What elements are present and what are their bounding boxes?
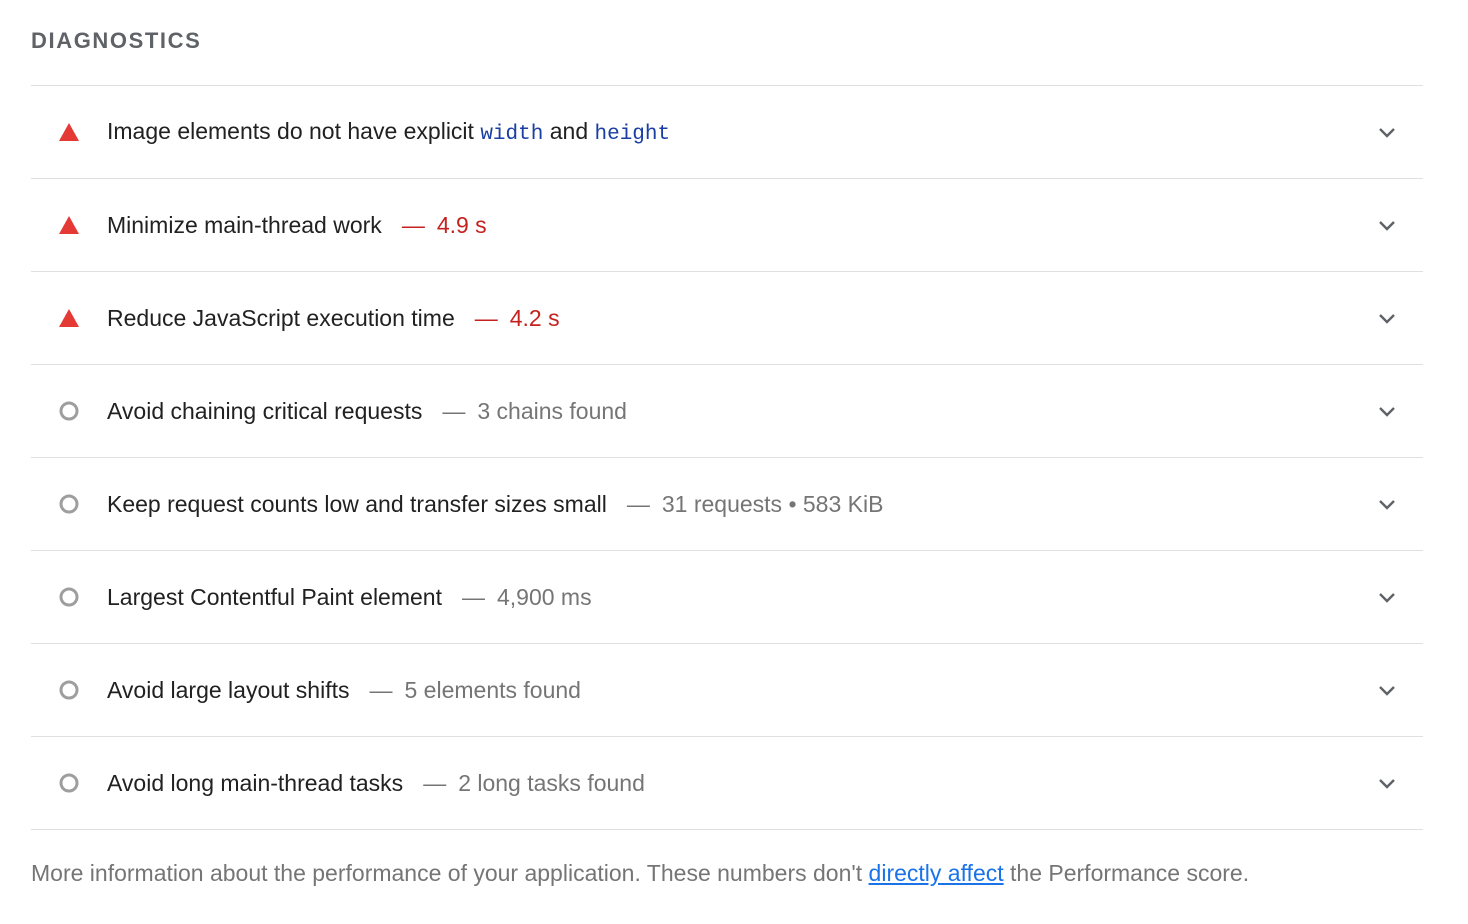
info-circle-icon bbox=[58, 400, 80, 422]
audit-separator: — bbox=[423, 769, 447, 796]
audit-title: Keep request counts low and transfer siz… bbox=[107, 490, 607, 517]
section-description: More information about the performance o… bbox=[31, 860, 1423, 887]
chevron-down-icon[interactable] bbox=[1377, 308, 1397, 328]
warning-triangle-icon bbox=[58, 307, 80, 329]
audit-row-critical-request-chains[interactable]: Avoid chaining critical requests — 3 cha… bbox=[31, 365, 1423, 458]
audit-row-lcp-element[interactable]: Largest Contentful Paint element — 4,900… bbox=[31, 551, 1423, 644]
chevron-down-icon[interactable] bbox=[1377, 773, 1397, 793]
info-circle-icon bbox=[58, 493, 80, 515]
audit-separator: — bbox=[461, 583, 485, 610]
info-circle-icon bbox=[58, 679, 80, 701]
audit-title: Avoid long main-thread tasks bbox=[107, 769, 404, 796]
audit-title-text: Image elements do not have explicit bbox=[107, 118, 481, 144]
audit-title: Avoid chaining critical requests bbox=[107, 397, 423, 424]
section-title: DIAGNOSTICS bbox=[31, 0, 1423, 86]
audit-separator: — bbox=[442, 397, 466, 424]
info-circle-icon bbox=[58, 586, 80, 608]
chevron-down-icon[interactable] bbox=[1377, 401, 1397, 421]
audit-display-value: 4.2 s bbox=[509, 304, 560, 331]
audit-row-main-thread-work[interactable]: Minimize main-thread work — 4.9 s bbox=[31, 179, 1423, 272]
description-text: the Performance score. bbox=[1003, 860, 1250, 886]
audit-display-value: 3 chains found bbox=[477, 397, 627, 424]
audit-display-value: 4,900 ms bbox=[496, 583, 592, 610]
directly-affect-link[interactable]: directly affect bbox=[869, 860, 1004, 886]
chevron-down-icon[interactable] bbox=[1377, 122, 1397, 142]
audit-row-js-execution-time[interactable]: Reduce JavaScript execution time — 4.2 s bbox=[31, 272, 1423, 365]
audit-row-long-tasks[interactable]: Avoid long main-thread tasks — 2 long ta… bbox=[31, 737, 1423, 830]
audit-row-unsized-images[interactable]: Image elements do not have explicit widt… bbox=[31, 86, 1423, 179]
audit-display-value: 4.9 s bbox=[436, 211, 487, 238]
description-text: More information about the performance o… bbox=[31, 860, 869, 886]
audit-row-layout-shifts[interactable]: Avoid large layout shifts — 5 elements f… bbox=[31, 644, 1423, 737]
audit-code-height: height bbox=[594, 123, 671, 146]
audit-separator: — bbox=[474, 304, 498, 331]
audit-title: Reduce JavaScript execution time bbox=[107, 304, 455, 331]
warning-triangle-icon bbox=[58, 214, 80, 236]
audit-title: Minimize main-thread work bbox=[107, 211, 382, 238]
audit-separator: — bbox=[369, 676, 393, 703]
audit-display-value: 2 long tasks found bbox=[458, 769, 645, 796]
audit-display-value: 31 requests • 583 KiB bbox=[661, 490, 884, 517]
chevron-down-icon[interactable] bbox=[1377, 587, 1397, 607]
chevron-down-icon[interactable] bbox=[1377, 215, 1397, 235]
diagnostics-section: DIAGNOSTICS Image elements do not have e… bbox=[31, 0, 1423, 887]
audit-title: Largest Contentful Paint element bbox=[107, 583, 442, 610]
audit-separator: — bbox=[401, 211, 425, 238]
info-circle-icon bbox=[58, 772, 80, 794]
audit-title-text: and bbox=[543, 118, 595, 144]
audit-title: Image elements do not have explicit widt… bbox=[107, 118, 670, 146]
audit-code-width: width bbox=[480, 123, 544, 146]
warning-triangle-icon bbox=[58, 121, 80, 143]
audit-row-resource-summary[interactable]: Keep request counts low and transfer siz… bbox=[31, 458, 1423, 551]
audit-separator: — bbox=[626, 490, 650, 517]
chevron-down-icon[interactable] bbox=[1377, 494, 1397, 514]
audit-title: Avoid large layout shifts bbox=[107, 676, 350, 703]
audit-display-value: 5 elements found bbox=[404, 676, 581, 703]
chevron-down-icon[interactable] bbox=[1377, 680, 1397, 700]
